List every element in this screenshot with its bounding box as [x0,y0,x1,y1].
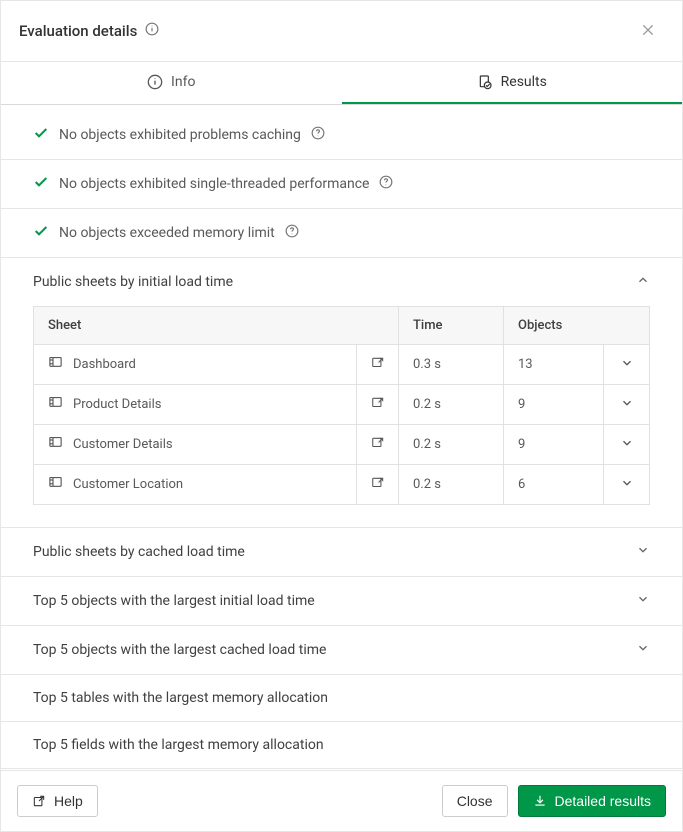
status-single-threaded-text: No objects exhibited single-threaded per… [59,176,369,192]
table-row: Dashboard 0.3 s 13 [34,345,650,385]
expand-row-button[interactable] [604,385,650,425]
expand-row-button[interactable] [604,465,650,505]
detailed-results-label: Detailed results [555,793,652,809]
info-icon[interactable] [145,22,159,40]
help-icon[interactable] [285,224,299,242]
expand-row-button[interactable] [604,345,650,385]
modal-header: Evaluation details [1,1,682,62]
open-sheet-button[interactable] [357,345,399,385]
tab-info-label: Info [171,74,195,90]
section-header-top5-fields[interactable]: Top 5 fields with the largest memory all… [1,722,682,768]
chevron-down-icon [636,641,650,659]
cell-objects: 13 [504,345,604,385]
col-objects-header: Objects [504,307,650,345]
cell-objects: 6 [504,465,604,505]
sheet-icon [48,435,63,454]
cell-time: 0.2 s [399,425,504,465]
cell-objects: 9 [504,385,604,425]
open-sheet-button[interactable] [357,465,399,505]
help-icon[interactable] [311,126,325,144]
sheet-icon [48,395,63,414]
external-link-icon [32,794,46,808]
status-caching: No objects exhibited problems caching [1,105,682,160]
status-memory-text: No objects exceeded memory limit [59,225,275,241]
help-icon[interactable] [379,175,393,193]
help-button[interactable]: Help [17,785,98,817]
open-sheet-button[interactable] [357,425,399,465]
table-header-row: Sheet Time Objects [34,307,650,345]
section-title: Public sheets by initial load time [33,274,233,290]
section-title: Public sheets by cached load time [33,544,245,560]
cell-time: 0.2 s [399,465,504,505]
info-icon [147,74,163,90]
sheets-table: Sheet Time Objects Dashboard [33,306,650,505]
col-time-header: Time [399,307,504,345]
section-title: Top 5 objects with the largest cached lo… [33,642,326,658]
status-memory: No objects exceeded memory limit [1,209,682,258]
evaluation-details-modal: Evaluation details Info Results No objec… [0,0,683,832]
sheet-icon [48,355,63,374]
cell-objects: 9 [504,425,604,465]
status-single-threaded: No objects exhibited single-threaded per… [1,160,682,209]
body: No objects exhibited problems caching No… [1,105,682,770]
tab-info[interactable]: Info [1,62,342,104]
chevron-up-icon [636,273,650,291]
tab-results[interactable]: Results [342,62,683,104]
section-header-top5-initial[interactable]: Top 5 objects with the largest initial l… [1,577,682,625]
cell-time: 0.2 s [399,385,504,425]
expand-row-button[interactable] [604,425,650,465]
table-row: Customer Details 0.2 s 9 [34,425,650,465]
section-top5-initial: Top 5 objects with the largest initial l… [1,577,682,626]
table-row: Product Details 0.2 s 9 [34,385,650,425]
sheet-icon [48,475,63,494]
results-icon [477,74,493,90]
tabs: Info Results [1,62,682,105]
check-icon [33,125,49,145]
cell-sheet: Dashboard [73,357,136,372]
tab-results-label: Results [501,74,547,90]
cell-time: 0.3 s [399,345,504,385]
close-icon[interactable] [632,15,664,47]
section-top5-cached: Top 5 objects with the largest cached lo… [1,626,682,675]
section-public-cached: Public sheets by cached load time [1,528,682,577]
section-header-public-initial[interactable]: Public sheets by initial load time [1,258,682,306]
section-title: Top 5 fields with the largest memory all… [33,737,324,753]
open-sheet-button[interactable] [357,385,399,425]
section-title: Top 5 objects with the largest initial l… [33,593,315,609]
cell-sheet: Customer Details [73,437,173,452]
section-top5-tables: Top 5 tables with the largest memory all… [1,675,682,722]
check-icon [33,223,49,243]
table-row: Customer Location 0.2 s 6 [34,465,650,505]
section-top5-fields: Top 5 fields with the largest memory all… [1,722,682,769]
cell-sheet: Customer Location [73,477,183,492]
modal-footer: Help Close Detailed results [1,770,682,831]
chevron-down-icon [636,592,650,610]
cell-sheet: Product Details [73,397,161,412]
close-button[interactable]: Close [442,785,508,817]
chevron-down-icon [636,543,650,561]
col-sheet-header: Sheet [34,307,399,345]
section-header-top5-tables[interactable]: Top 5 tables with the largest memory all… [1,675,682,721]
close-button-label: Close [457,793,493,809]
section-title: Top 5 tables with the largest memory all… [33,690,328,706]
modal-title: Evaluation details [19,22,137,40]
check-icon [33,174,49,194]
section-public-initial: Public sheets by initial load time Sheet… [1,258,682,528]
section-header-top5-cached[interactable]: Top 5 objects with the largest cached lo… [1,626,682,674]
download-icon [533,794,547,808]
section-header-public-cached[interactable]: Public sheets by cached load time [1,528,682,576]
status-caching-text: No objects exhibited problems caching [59,127,301,143]
detailed-results-button[interactable]: Detailed results [518,785,667,817]
help-button-label: Help [54,793,83,809]
